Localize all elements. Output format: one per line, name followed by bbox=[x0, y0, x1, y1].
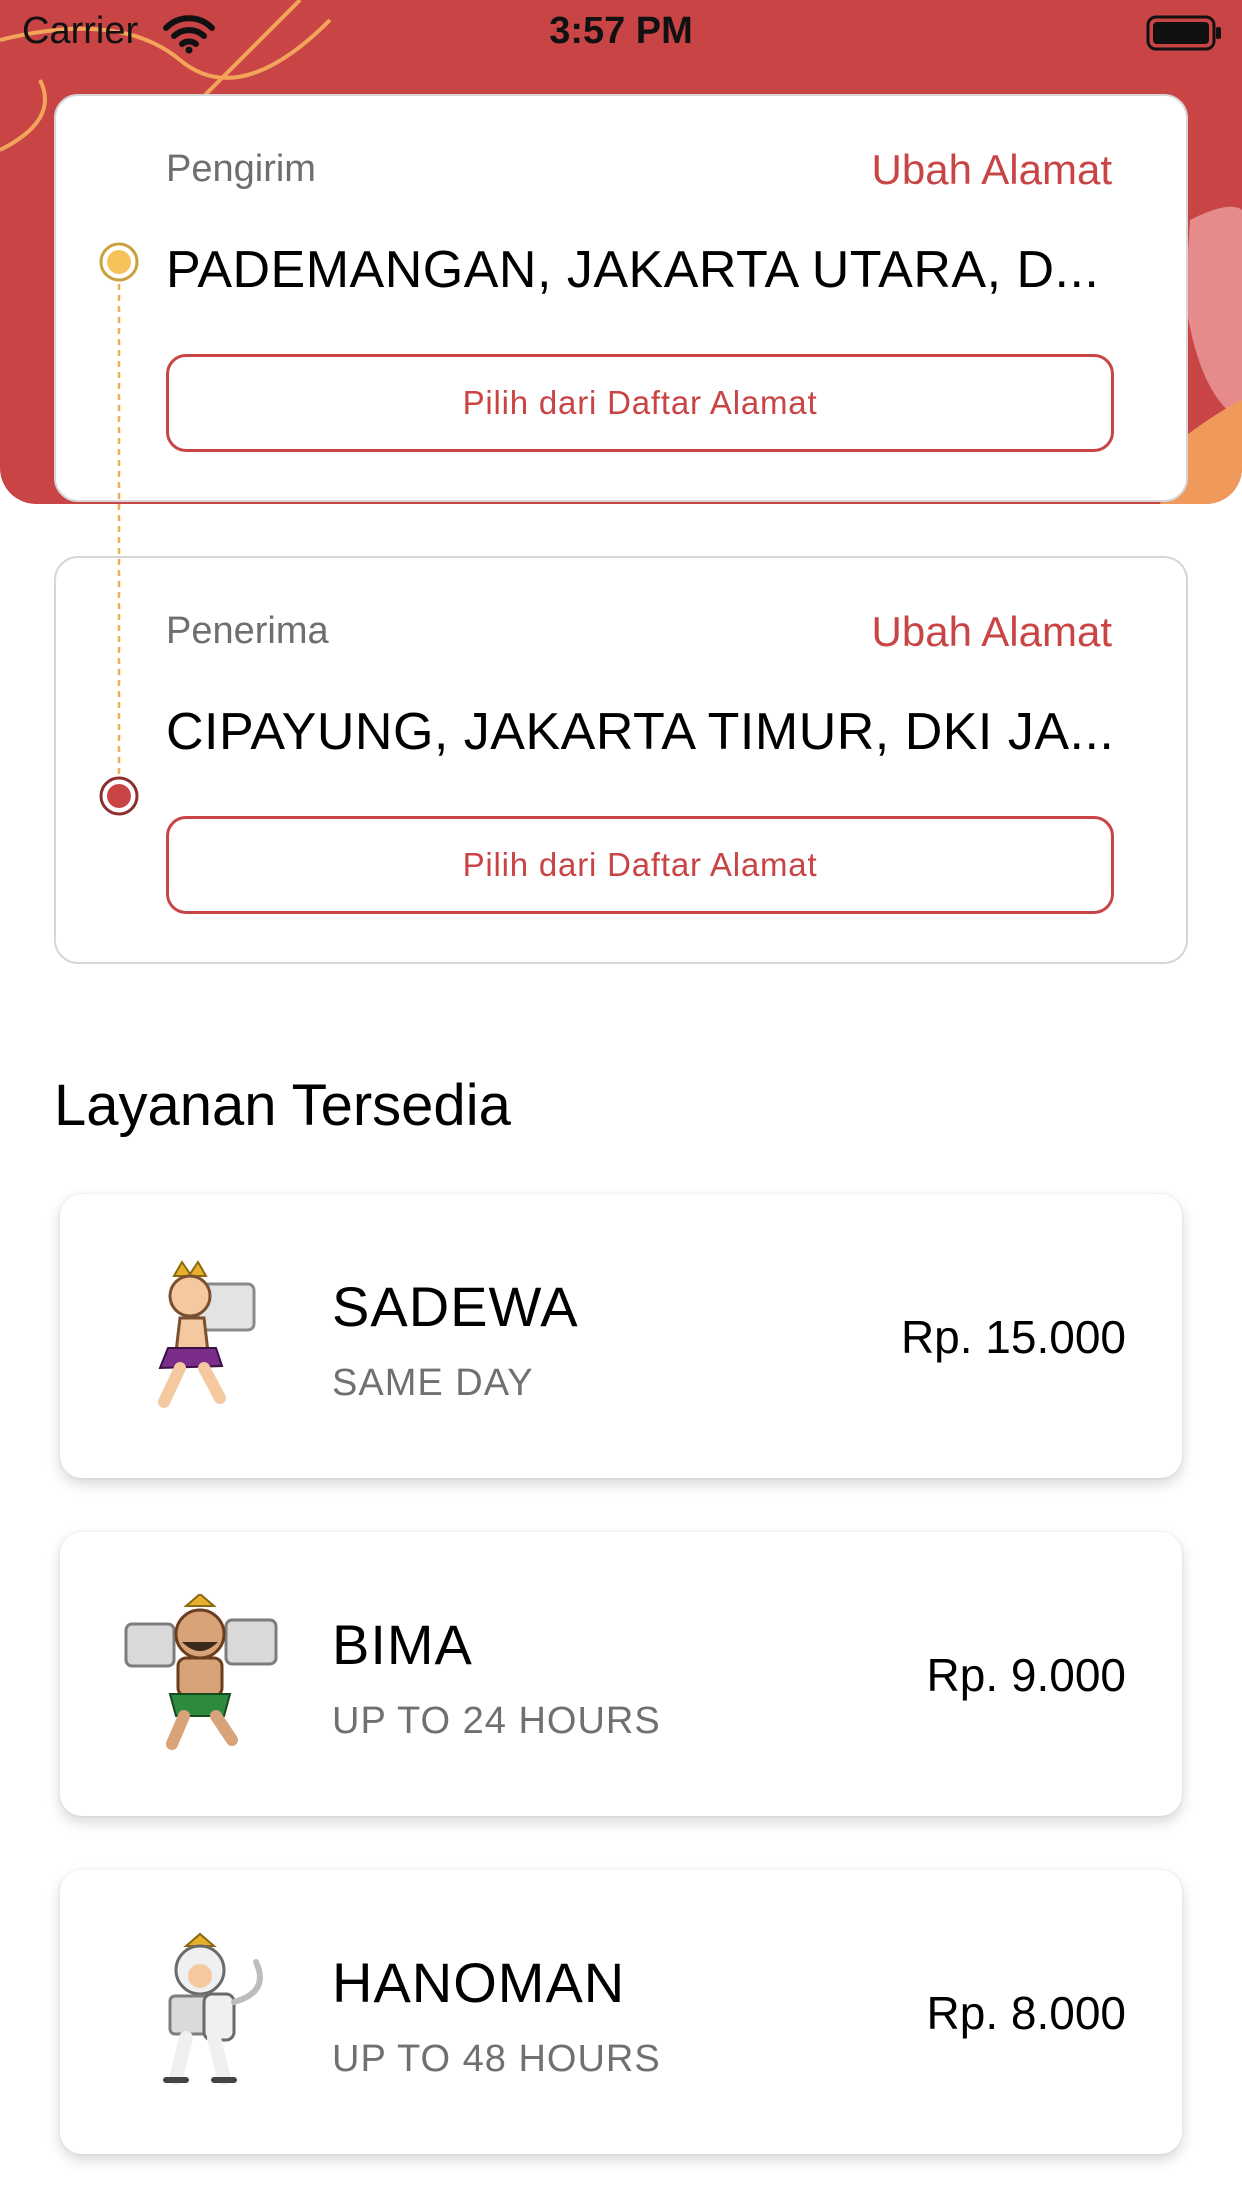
battery-icon bbox=[1146, 15, 1221, 51]
clock: 3:57 PM bbox=[549, 10, 693, 52]
service-description: UP TO 48 HOURS bbox=[332, 2038, 661, 2080]
service-price: Rp. 15.000 bbox=[900, 1311, 1126, 1363]
hanoman-mascot-icon bbox=[163, 1932, 263, 2085]
bima-mascot-icon bbox=[124, 1594, 278, 1750]
services-section-title: Layanan Tersedia bbox=[54, 1073, 511, 1138]
receiver-label: Penerima bbox=[166, 610, 329, 652]
service-description: UP TO 24 HOURS bbox=[332, 1700, 661, 1742]
sender-card: Pengirim Ubah Alamat PADEMANGAN, JAKARTA… bbox=[54, 94, 1188, 502]
receiver-pick-address-button[interactable]: Pilih dari Daftar Alamat bbox=[166, 816, 1114, 914]
receiver-card: Penerima Ubah Alamat CIPAYUNG, JAKARTA T… bbox=[54, 556, 1188, 964]
sender-pick-address-button[interactable]: Pilih dari Daftar Alamat bbox=[166, 354, 1114, 452]
receiver-address[interactable]: CIPAYUNG, JAKARTA TIMUR, DKI JA... bbox=[166, 702, 1126, 762]
service-name: SADEWA bbox=[332, 1275, 579, 1338]
service-card-bima[interactable]: BIMA UP TO 24 HOURS Rp. 9.000 bbox=[60, 1532, 1182, 1816]
service-price: Rp. 8.000 bbox=[926, 1987, 1126, 2039]
sender-change-address-link[interactable]: Ubah Alamat bbox=[872, 146, 1112, 194]
sender-label: Pengirim bbox=[166, 148, 316, 190]
service-card-hanoman[interactable]: HANOMAN UP TO 48 HOURS Rp. 8.000 bbox=[60, 1870, 1182, 2154]
service-name: BIMA bbox=[332, 1613, 473, 1676]
service-description: SAME DAY bbox=[332, 1362, 534, 1404]
status-bar: Carrier 3:57 PM bbox=[0, 0, 1242, 66]
service-name: HANOMAN bbox=[332, 1951, 626, 2014]
service-card-sadewa[interactable]: SADEWA SAME DAY Rp. 15.000 bbox=[60, 1194, 1182, 1478]
service-price: Rp. 9.000 bbox=[926, 1649, 1126, 1701]
receiver-change-address-link[interactable]: Ubah Alamat bbox=[872, 608, 1112, 656]
sadewa-mascot-icon bbox=[158, 1260, 256, 1408]
sender-address[interactable]: PADEMANGAN, JAKARTA UTARA, D... bbox=[166, 240, 1126, 300]
